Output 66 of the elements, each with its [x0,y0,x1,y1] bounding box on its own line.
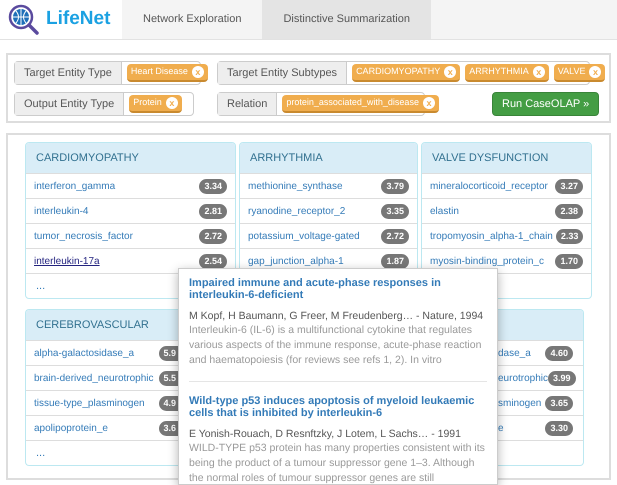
score-badge: 2.72 [381,228,409,244]
tag-label: Heart Disease [130,65,188,78]
score-badge: 3.34 [199,178,227,194]
tag-label: VALVE [558,65,586,78]
tag-label: protein_associated_with_disease [286,96,419,110]
score-badge: 3.65 [545,396,573,410]
protein-link[interactable]: gap_junction_alpha-1 [248,254,344,268]
protein-link[interactable]: brain-derived_neurotrophic [34,370,154,386]
nav-tab[interactable]: Network Exploration [122,0,262,39]
paper-abstract: WILD-TYPE p53 protein has many properties consistent with its being the product of a tumour suppressor gene 1–3. Although the normal roles of tumour suppressor genes are still [189,441,486,484]
score-badge: 3.6 [159,420,178,436]
protein-link[interactable]: dase_a [498,346,531,360]
panel-header: ARRHYTHMIA [240,143,417,173]
protein-link[interactable]: sminogen [498,396,542,410]
protein-link[interactable]: elastin [430,204,459,218]
score-badge: 2.38 [555,204,583,218]
score-badge: 3.27 [555,178,583,194]
filter-label: Output Entity Type [15,93,124,115]
filter-label: Relation [218,93,278,115]
protein-link[interactable]: tropomyosin_alpha-1_chain [430,228,553,244]
score-badge: 5.5 [159,370,178,386]
paper-abstract: Interleukin-6 (IL-6) is a multifunctional cytokine that regulates various aspects of the immune response, acute-phase reaction and haematopoiesis (for reviews see refs 1, 2). In vitro [189,323,482,368]
score-badge: 2.81 [199,204,227,218]
run-button[interactable]: Run CaseOLAP » [492,92,600,116]
protein-link[interactable]: myosin-binding_protein_c [430,254,544,268]
score-badge: 3.30 [545,420,573,436]
nav-tab[interactable]: Distinctive Summarization [262,0,431,39]
protein-link[interactable]: tissue-type_plasminogen [34,396,145,410]
score-badge: 1.70 [555,254,583,268]
score-badge: 3.35 [381,204,409,218]
paper-authors: E Yonish-Rouach, D Resnftzky, J Lotem, L Sachs… - 1991 [189,427,462,441]
panel-header: VALVE DYSFUNCTION [422,143,591,173]
protein-link[interactable]: potassium_voltage-gated [248,228,360,244]
score-badge: 2.33 [556,228,584,244]
more-link[interactable]: ... [36,278,46,294]
protein-link[interactable]: interferon_gamma [34,178,116,194]
score-badge: 3.79 [381,178,409,194]
protein-link[interactable]: eurotrophic [498,370,548,386]
score-badge: 2.54 [199,254,227,268]
more-link[interactable]: ... [36,444,46,462]
paper-title-link[interactable]: Wild-type p53 induces apoptosis of myeloid leukaemic cells that is inhibited by interleukin-6 [189,395,487,419]
tag-label: CARDIOMYOPATHY [356,65,440,78]
tag-label: ARRHYTHMIA [469,65,529,78]
tag-label: Protein [133,96,162,110]
protein-link[interactable]: mineralocorticoid_receptor [430,178,548,194]
protein-link[interactable]: alpha-galactosidase_a [34,346,134,360]
globe-magnifier-icon [8,4,40,36]
protein-link[interactable]: ryanodine_receptor_2 [248,204,346,218]
protein-link[interactable]: e [498,420,504,436]
score-badge: 4.9 [159,396,178,410]
score-badge: 5.9 [159,346,178,360]
paper-title-link[interactable]: Impaired immune and acute-phase responses in interleukin-6-deficient [189,277,487,301]
protein-link[interactable]: tumor_necrosis_factor [34,228,133,244]
protein-link[interactable]: methionine_synthase [248,178,343,194]
panel-header: CARDIOMYOPATHY [26,143,235,173]
protein-link[interactable]: interleukin-4 [34,204,88,218]
score-badge: 3.99 [548,370,576,386]
score-badge: 2.72 [199,228,227,244]
score-badge: 4.60 [545,346,573,360]
score-badge: 1.87 [381,254,409,268]
protein-link[interactable]: apolipoprotein_e [34,420,108,436]
panel-header: CEREBROVASCULAR [26,310,178,340]
filter-label: Target Entity Type [15,62,122,84]
filter-label: Target Entity Subtypes [218,62,348,84]
paper-authors: M Kopf, H Baumann, G Freer, M Freudenberg… - Nature, 1994 [189,309,484,323]
protein-link[interactable]: interleukin-17a [34,254,100,268]
